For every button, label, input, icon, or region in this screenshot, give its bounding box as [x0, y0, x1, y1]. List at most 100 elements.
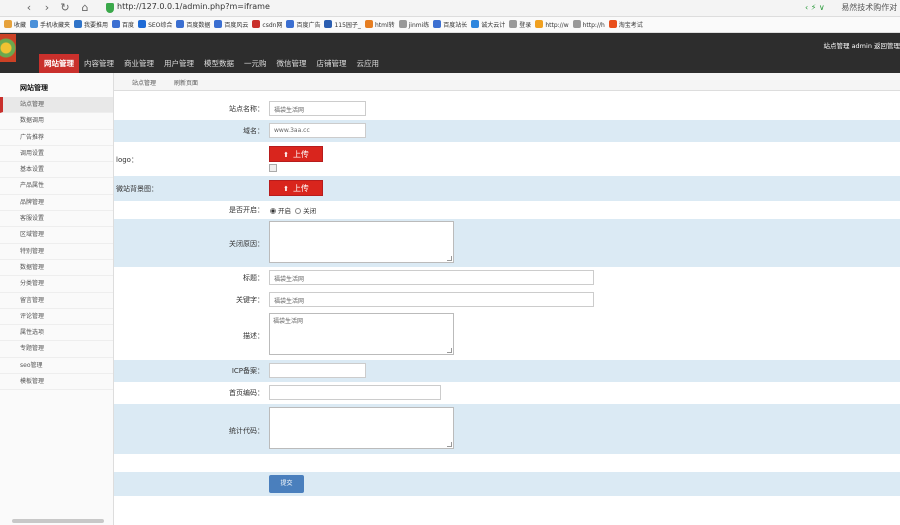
nav-item[interactable]: 用户管理	[159, 54, 199, 73]
sidebar-item[interactable]: seo管理	[0, 358, 113, 375]
bookmark-item[interactable]: html转	[364, 20, 395, 30]
tab-bar: 站点管理 刷新页面	[114, 73, 900, 91]
wechat-bg-upload-button[interactable]: ⬆ 上传	[269, 180, 323, 196]
bookmark-icon	[176, 20, 185, 28]
sidebar-item[interactable]: 站点管理	[0, 97, 113, 114]
browser-right-area: ‹ ⚡ ∨ 易然技术购作对	[805, 2, 897, 13]
browser-right-text[interactable]: 易然技术购作对	[841, 3, 897, 12]
nav-item[interactable]: 云应用	[352, 54, 385, 73]
bookmark-item[interactable]: http://h	[572, 20, 605, 30]
sidebar-item[interactable]: 品牌管理	[0, 195, 113, 212]
sidebar-item[interactable]: 专题管理	[0, 341, 113, 358]
keywords-label: 关键字：	[236, 296, 264, 304]
bookmark-item[interactable]: 百度数据	[176, 20, 210, 30]
bookmark-label: 手机收藏夹	[40, 22, 71, 29]
logo-upload-label: 上传	[292, 150, 309, 159]
form-row-close-reason: 关闭原因：	[114, 219, 900, 267]
sidebar-item[interactable]: 分类管理	[0, 276, 113, 293]
site-name-input[interactable]: 福袋生活网	[269, 101, 366, 116]
nav-item[interactable]: 模型数据	[199, 54, 239, 73]
bookmark-icon	[535, 20, 544, 28]
bookmark-label: html转	[374, 22, 395, 29]
bookmark-item[interactable]: 百度风云	[214, 20, 248, 30]
header-user-info[interactable]: 站点管理 admin 返回管理	[824, 40, 900, 50]
nav-item[interactable]: 店铺管理	[312, 54, 352, 73]
close-option-label[interactable]: 关闭	[303, 207, 316, 215]
admin-header: 站点管理 admin 返回管理 网站管理 内容管理 商业管理 用户管理 模型数据 一元购微…	[0, 33, 900, 73]
bookmark-icon	[138, 20, 147, 28]
browser-action-icons[interactable]: ‹ ⚡ ∨	[805, 3, 825, 12]
bookmark-item[interactable]: 我要推用	[74, 20, 108, 30]
sidebar-item[interactable]: 模板管理	[0, 374, 113, 391]
nav-item[interactable]: 一元购	[239, 54, 272, 73]
domain-input[interactable]: www.3aa.cc	[269, 123, 366, 138]
sidebar-item[interactable]: 属性选项	[0, 325, 113, 342]
bookmark-item[interactable]: 115园子_	[324, 20, 361, 30]
form-row-domain: 域名： www.3aa.cc	[114, 120, 900, 142]
tab-refresh[interactable]: 刷新页面	[174, 78, 198, 87]
sidebar-item[interactable]: 产品属性	[0, 178, 113, 195]
form-row-submit: 提交	[114, 472, 900, 496]
bookmark-label: http://h	[582, 22, 605, 29]
bookmark-item[interactable]: 诚大云计	[471, 20, 505, 30]
nav-item[interactable]: 内容管理	[79, 54, 119, 73]
bookmark-label: 我要推用	[84, 22, 109, 29]
bookmark-item[interactable]: SEO综合	[138, 20, 172, 30]
sidebar-item[interactable]: 特别管理	[0, 244, 113, 260]
browser-toolbar: ‹ › ↻ ⌂ http://127.0.0.1/admin.php?m=ifr…	[0, 0, 900, 17]
bookmark-label: 诚大云计	[481, 22, 506, 29]
forward-icon[interactable]: ›	[40, 1, 54, 15]
bookmark-item[interactable]: 百度	[112, 20, 134, 30]
description-label: 描述：	[243, 332, 264, 340]
nav-item[interactable]: 网站管理	[39, 54, 79, 73]
home-icon[interactable]: ⌂	[78, 1, 92, 15]
bookmark-item[interactable]: 百度广告	[286, 20, 320, 30]
back-icon[interactable]: ‹	[22, 1, 36, 15]
title-input[interactable]: 福袋生活网	[269, 270, 594, 285]
open-radio[interactable]	[270, 208, 276, 214]
bookmark-item[interactable]: 收藏	[4, 20, 26, 30]
stats-textarea[interactable]	[269, 407, 454, 449]
reload-icon[interactable]: ↻	[58, 1, 72, 15]
submit-button[interactable]: 提交	[269, 475, 304, 493]
bookmark-icon	[252, 20, 261, 28]
open-option-label[interactable]: 开启	[278, 207, 291, 215]
sidebar-item[interactable]: 留言管理	[0, 293, 113, 309]
bookmark-item[interactable]: jinmi练	[398, 20, 429, 30]
close-radio[interactable]	[295, 208, 302, 214]
bookmark-item[interactable]: 手机收藏夹	[30, 20, 70, 30]
bookmark-item[interactable]: 淘宝考试	[608, 20, 643, 30]
description-textarea[interactable]: 福袋生活网	[269, 313, 454, 355]
icp-input[interactable]	[269, 363, 366, 378]
home-code-input[interactable]	[269, 385, 441, 400]
form-row-title: 标题： 福袋生活网	[114, 267, 900, 289]
sidebar-item[interactable]: 广告推荐	[0, 130, 113, 146]
form-row-keywords: 关键字： 福袋生活网	[114, 289, 900, 311]
bookmark-item[interactable]: http://w	[535, 20, 569, 30]
bookmark-item[interactable]: 登录	[509, 20, 531, 30]
logo-label: logo：	[116, 156, 138, 164]
tab-site-manage[interactable]: 站点管理	[132, 78, 156, 87]
nav-item[interactable]: 商业管理	[119, 54, 159, 73]
address-bar[interactable]: http://127.0.0.1/admin.php?m=iframe	[117, 2, 270, 11]
close-reason-textarea[interactable]	[269, 221, 454, 263]
sidebar-item[interactable]: 评论管理	[0, 309, 113, 326]
bookmark-label: 百度	[122, 22, 135, 29]
sidebar-item[interactable]: 基本设置	[0, 162, 113, 179]
bookmark-icon	[30, 20, 39, 28]
sidebar-item[interactable]: 调用设置	[0, 146, 113, 163]
keywords-input[interactable]: 福袋生活网	[269, 292, 594, 307]
sidebar-item[interactable]: 数据调用	[0, 113, 113, 130]
logo-upload-button[interactable]: ⬆ 上传	[269, 146, 323, 162]
sidebar-item[interactable]: 数据管理	[0, 260, 113, 277]
form-row-home-code: 首页编码：	[114, 382, 900, 404]
bookmark-item[interactable]: csdn网	[252, 20, 282, 30]
sidebar-scrollbar[interactable]	[12, 519, 104, 523]
sidebar-item[interactable]: 客服设置	[0, 211, 113, 228]
nav-item[interactable]: 微信管理	[272, 54, 312, 73]
sidebar-item[interactable]: 区域管理	[0, 227, 113, 244]
avatar	[0, 34, 16, 62]
sidebar-list: 站点管理 数据调用 广告推荐 调用设置 基本设置 产品属性 品牌管理 客服设置 区域管理 特别管理…	[0, 97, 113, 391]
form-row-stats: 统计代码：	[114, 404, 900, 454]
bookmark-item[interactable]: 百度站长	[433, 20, 467, 30]
